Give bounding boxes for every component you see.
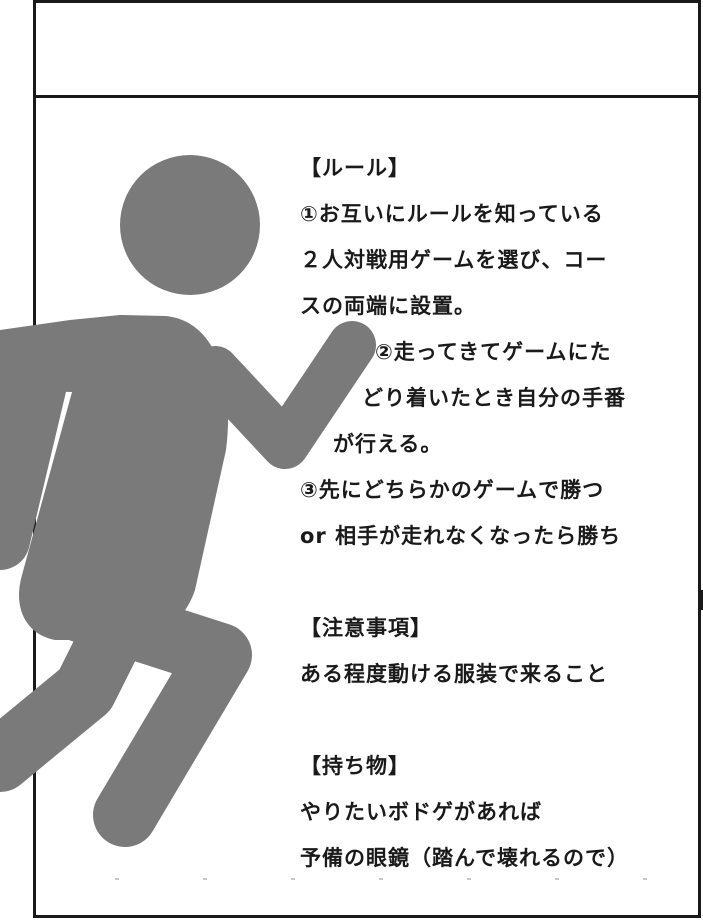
rules-line-1: ①お互いにルールを知っている	[300, 202, 604, 226]
belongings-line-2: 予備の眼鏡（踏んで壊れるので）	[300, 846, 629, 870]
rules-line-4: ②走ってきてゲームにた	[375, 340, 612, 364]
rules-line-8: or 相手が走れなくなったら勝ち	[300, 524, 622, 548]
notes-heading: 【注意事項】	[300, 616, 432, 640]
notes-line-1: ある程度動ける服装で来ること	[300, 662, 608, 686]
footer-dot	[203, 878, 207, 880]
footer-dot	[643, 878, 647, 880]
rules-line-3: スの両端に設置。	[300, 294, 476, 318]
footer-dot	[115, 878, 119, 880]
footer-dot	[379, 878, 383, 880]
footer-dots	[0, 878, 703, 882]
rules-line-6: が行える。	[333, 432, 443, 456]
belongings-line-1: やりたいボドゲがあれば	[300, 800, 542, 824]
content-text: 【ルール】 ①お互いにルールを知っている ２人対戦用ゲームを選び、コー スの両端…	[300, 145, 695, 881]
rules-line-7: ③先にどちらかのゲームで勝つ	[300, 478, 605, 502]
footer-dot	[555, 878, 559, 880]
belongings-heading: 【持ち物】	[300, 754, 410, 778]
header-box	[36, 3, 698, 98]
rules-line-2: ２人対戦用ゲームを選び、コー	[300, 248, 608, 272]
rules-line-5: どり着いたとき自分の手番	[362, 386, 626, 410]
rules-heading: 【ルール】	[300, 156, 410, 180]
footer-dot	[467, 878, 471, 880]
footer-dot	[291, 878, 295, 880]
left-edge-mark	[33, 510, 36, 550]
